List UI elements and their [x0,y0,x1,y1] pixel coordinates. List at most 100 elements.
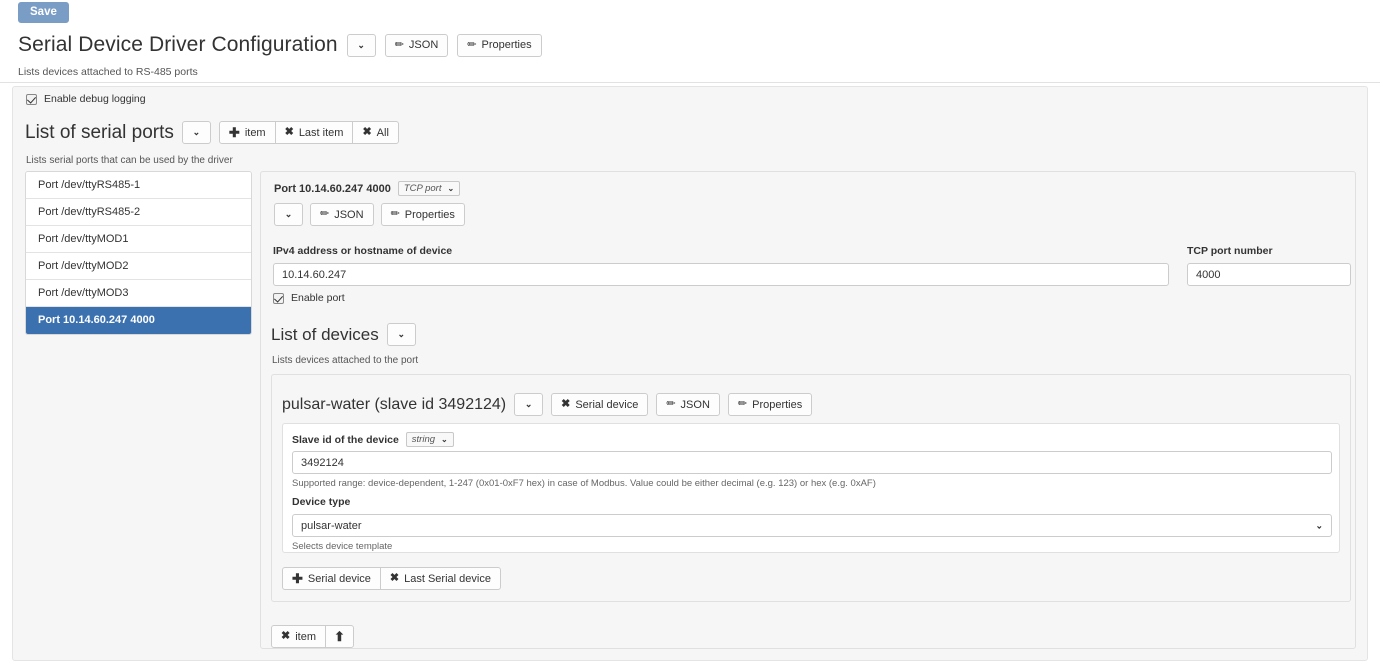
port-json-label: JSON [334,208,364,221]
close-icon: ✖ [281,630,291,642]
slave-id-input-wrap [292,451,1332,474]
port-footer-actions: ✖ item ⬆ [271,625,354,648]
ipv4-input[interactable] [273,263,1169,286]
port-detail-header: Port 10.14.60.247 4000 TCP port ⌄ [274,181,461,196]
list-item[interactable]: Port /dev/ttyRS485-1 [26,172,251,199]
plus-icon: ✚ [292,571,303,586]
port-detail-title: Port 10.14.60.247 4000 [274,182,391,195]
chevron-down-icon: ⌄ [192,127,201,137]
add-serial-port-label: item [244,126,266,139]
device-type-select-wrap: ⌄ [292,514,1332,537]
remove-serial-device-button[interactable]: ✖ Serial device [551,393,649,416]
list-item[interactable]: Port /dev/ttyMOD3 [26,280,251,307]
remove-port-item-button[interactable]: ✖ item [271,625,326,648]
save-button[interactable]: Save [18,2,69,23]
device-card: pulsar-water (slave id 3492124) ⌄ ✖ Seri… [271,374,1351,602]
device-header: pulsar-water (slave id 3492124) ⌄ ✖ Seri… [282,393,813,416]
device-json-label: JSON [680,398,710,411]
root-properties-label: Properties [481,39,532,51]
root-options-dropdown[interactable]: ⌄ [346,33,376,57]
slave-id-label: Slave id of the device [292,433,399,446]
remove-last-serial-port-button[interactable]: ✖ Last item [274,121,354,144]
remove-last-serial-device-button[interactable]: ✖ Last Serial device [379,567,501,590]
root-description: Lists devices attached to RS-485 ports [18,66,198,78]
device-properties-button[interactable]: ✏ Properties [727,393,813,416]
list-item[interactable]: Port /dev/ttyRS485-2 [26,199,251,226]
root-header: Serial Device Driver Configuration ⌄ ✏ J… [18,33,542,57]
page-title: Serial Device Driver Configuration [18,33,338,56]
port-options-dropdown[interactable]: ⌄ [274,203,303,226]
devices-header: List of devices ⌄ [271,323,416,346]
tcp-port-input[interactable] [1187,263,1351,286]
remove-port-item-label: item [295,630,316,643]
devices-description: Lists devices attached to the port [272,355,419,366]
port-detail-actions: ⌄ ✏ JSON ✏ Properties [274,203,465,226]
enable-debug-logging-checkbox[interactable] [26,93,37,105]
serial-ports-title: List of serial ports [25,121,174,143]
port-properties-button[interactable]: ✏ Properties [380,203,465,226]
remove-serial-device-label: Serial device [575,398,639,411]
slave-id-input[interactable] [292,451,1332,474]
ipv4-label: IPv4 address or hostname of device [273,245,453,257]
close-icon: ✖ [389,572,400,584]
pencil-icon: ✏ [394,38,404,51]
enable-port-checkbox[interactable] [273,292,284,304]
device-footer-actions: ✚ Serial device ✖ Last Serial device [282,567,501,590]
chevron-down-icon: ⌄ [524,399,533,409]
app-root: Save Serial Device Driver Configuration … [0,0,1380,668]
header-divider [0,82,1380,83]
remove-all-serial-ports-button[interactable]: ✖ All [352,121,399,144]
arrow-up-icon: ⬆ [334,629,345,644]
device-options-dropdown[interactable]: ⌄ [514,393,544,416]
device-fieldset: Slave id of the device string ⌄ Supporte… [282,423,1340,553]
enable-port-label: Enable port [291,292,345,304]
enable-debug-logging-row[interactable]: Enable debug logging [26,93,146,105]
chevron-down-icon: ⌄ [397,329,405,339]
serial-ports-description: Lists serial ports that can be used by t… [26,155,233,166]
add-serial-device-label: Serial device [307,572,371,585]
serial-ports-dropdown[interactable]: ⌄ [181,121,211,144]
device-properties-label: Properties [752,398,803,411]
chevron-down-icon: ⌄ [284,209,293,219]
driver-config-card: Enable debug logging List of serial port… [12,86,1368,661]
root-properties-button[interactable]: ✏ Properties [457,33,542,57]
chevron-down-icon: ⌄ [357,39,365,50]
remove-last-serial-device-label: Last Serial device [404,572,491,585]
device-type-label: Device type [292,496,351,508]
root-json-label: JSON [408,39,439,51]
remove-all-serial-ports-label: All [376,126,389,139]
slave-id-type-selector[interactable]: string ⌄ [405,432,454,447]
port-json-button[interactable]: ✏ JSON [310,203,374,226]
root-json-button[interactable]: ✏ JSON [384,33,449,57]
add-serial-device-button[interactable]: ✚ Serial device [282,567,381,590]
remove-last-serial-port-label: Last item [298,126,344,139]
device-title: pulsar-water (slave id 3492124) [282,395,507,413]
serial-ports-actions: ✚ item ✖ Last item ✖ All [218,121,399,144]
close-icon: ✖ [561,398,571,410]
list-item[interactable]: Port /dev/ttyMOD1 [26,226,251,253]
slave-id-label-row: Slave id of the device string ⌄ [292,432,454,447]
tcp-port-field-block: TCP port number [1187,245,1351,286]
enable-port-row[interactable]: Enable port [273,292,345,304]
devices-title: List of devices [271,324,379,344]
pencil-icon: ✏ [737,398,748,410]
slave-id-hint: Supported range: device-dependent, 1-247… [292,478,876,489]
device-json-button[interactable]: ✏ JSON [656,393,720,416]
slave-id-type-value: string [411,434,436,445]
list-item-selected[interactable]: Port 10.14.60.247 4000 [26,307,251,334]
list-item[interactable]: Port /dev/ttyMOD2 [26,253,251,280]
chevron-down-icon: ⌄ [447,184,455,193]
port-type-selector[interactable]: TCP port ⌄ [397,181,461,196]
device-type-select[interactable] [292,514,1332,537]
device-type-hint: Selects device template [292,541,393,552]
add-serial-port-button[interactable]: ✚ item [218,121,276,144]
pencil-icon: ✏ [666,398,676,410]
move-port-up-button[interactable]: ⬆ [325,625,354,648]
port-properties-label: Properties [404,208,455,221]
pencil-icon: ✏ [320,208,330,220]
ipv4-field-block: IPv4 address or hostname of device [273,245,1169,286]
port-type-value: TCP port [403,183,442,194]
serial-ports-header: List of serial ports ⌄ ✚ item ✖ Last ite… [25,121,399,144]
plus-icon: ✚ [228,125,240,140]
devices-dropdown[interactable]: ⌄ [386,323,416,346]
